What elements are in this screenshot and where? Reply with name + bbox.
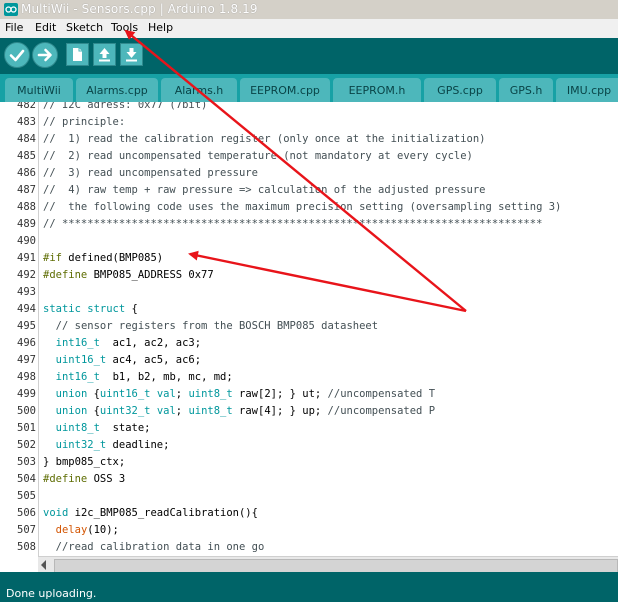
line-number: 507 [17,524,36,536]
code-line[interactable]: delay(10); [43,524,119,536]
menu-bar: File Edit Sketch Tools Help [0,19,618,38]
line-number: 488 [17,201,36,213]
line-number: 496 [17,337,36,349]
line-number: 487 [17,184,36,196]
line-number: 483 [17,116,36,128]
line-number: 484 [17,133,36,145]
menu-tools[interactable]: Tools [111,21,138,34]
tab-gps-h[interactable]: GPS.h [499,78,553,102]
code-line[interactable]: //read calibration data in one go [43,541,265,553]
code-line[interactable]: #define OSS 3 [43,473,125,485]
code-editor[interactable]: 482 483 484 485 486 487 488 489 490 491 492 493 494 4… [0,102,618,556]
line-number: 485 [17,150,36,162]
code-line[interactable]: // 4) raw temp + raw pressure => calcula… [43,184,486,196]
menu-file[interactable]: File [5,21,23,34]
line-number: 501 [17,422,36,434]
new-icon [73,48,82,61]
verify-button[interactable] [4,42,30,68]
code-line[interactable]: void i2c_BMP085_readCalibration(){ [43,507,258,519]
open-button[interactable] [93,43,116,66]
title-bar: MultiWii - Sensors.cpp | Arduino 1.8.19 [0,0,618,20]
line-number: 508 [17,541,36,553]
code-line[interactable]: // sensor registers from the BOSCH BMP08… [43,320,378,332]
tab-alarms-h[interactable]: Alarms.h [161,78,237,102]
upload-button[interactable] [32,42,58,68]
line-number: 506 [17,507,36,519]
tab-alarms-cpp[interactable]: Alarms.cpp [76,78,158,102]
arduino-logo-icon [4,3,18,16]
code-line[interactable]: // I2C adress: 0x77 (7bit) [43,102,207,111]
line-number: 486 [17,167,36,179]
code-line[interactable]: // 1) read the calibration register (onl… [43,133,486,145]
open-icon [99,48,110,62]
code-line[interactable]: int16_t b1, b2, mb, mc, md; [43,371,233,383]
line-number: 505 [17,490,36,502]
status-bar: Done uploading. [0,572,618,602]
horizontal-scrollbar[interactable] [38,556,618,573]
line-number: 493 [17,286,36,298]
verify-icon [9,49,25,62]
line-number-gutter: 482 483 484 485 486 487 488 489 490 491 492 493 494 4… [0,102,39,556]
code-line[interactable]: // 3) read uncompensated pressure [43,167,258,179]
line-number: 502 [17,439,36,451]
tab-imu-cpp[interactable]: IMU.cpp [556,78,618,102]
line-number: 492 [17,269,36,281]
code-line[interactable]: // *************************************… [43,218,542,230]
scrollbar-thumb[interactable] [54,559,618,573]
code-line[interactable]: // the following code uses the maximum p… [43,201,561,213]
toolbar [0,38,618,74]
line-number: 494 [17,303,36,315]
tab-eeprom-h[interactable]: EEPROM.h [333,78,421,102]
line-number: 489 [17,218,36,230]
upload-icon [37,48,52,62]
tab-multiwii[interactable]: MultiWii [5,78,73,102]
status-message: Done uploading. [6,587,97,600]
tab-eeprom-cpp[interactable]: EEPROM.cpp [240,78,330,102]
scroll-left-icon[interactable] [40,560,48,570]
code-line[interactable]: union {uint16_t val; uint8_t raw[2]; } u… [43,388,435,400]
line-number: 500 [17,405,36,417]
code-line[interactable]: uint8_t state; [43,422,151,434]
code-line[interactable]: uint32_t deadline; [43,439,170,451]
line-number: 490 [17,235,36,247]
code-line[interactable]: #define BMP085_ADDRESS 0x77 [43,269,214,281]
code-line[interactable]: static struct { [43,303,138,315]
save-button[interactable] [120,43,143,66]
code-line[interactable]: // principle: [43,116,125,128]
tab-gps-cpp[interactable]: GPS.cpp [424,78,496,102]
code-line[interactable]: } bmp085_ctx; [43,456,125,468]
menu-help[interactable]: Help [148,21,173,34]
save-icon [126,48,137,62]
code-line[interactable]: union {uint32_t val; uint8_t raw[4]; } u… [43,405,435,417]
window-title: MultiWii - Sensors.cpp | Arduino 1.8.19 [21,2,258,16]
tab-bar: MultiWii Alarms.cpp Alarms.h EEPROM.cpp … [0,74,618,102]
line-number: 491 [17,252,36,264]
code-line[interactable]: // 2) read uncompensated temperature (no… [43,150,473,162]
new-button[interactable] [66,43,89,66]
line-number: 495 [17,320,36,332]
line-number: 499 [17,388,36,400]
menu-sketch[interactable]: Sketch [66,21,103,34]
code-line[interactable]: #if defined(BMP085) [43,252,163,264]
line-number: 482 [17,102,36,111]
line-number: 498 [17,371,36,383]
gutter-corner [0,556,38,572]
line-number: 504 [17,473,36,485]
menu-edit[interactable]: Edit [35,21,56,34]
code-line[interactable]: int16_t ac1, ac2, ac3; [43,337,201,349]
code-line[interactable]: uint16_t ac4, ac5, ac6; [43,354,201,366]
line-number: 497 [17,354,36,366]
line-number: 503 [17,456,36,468]
